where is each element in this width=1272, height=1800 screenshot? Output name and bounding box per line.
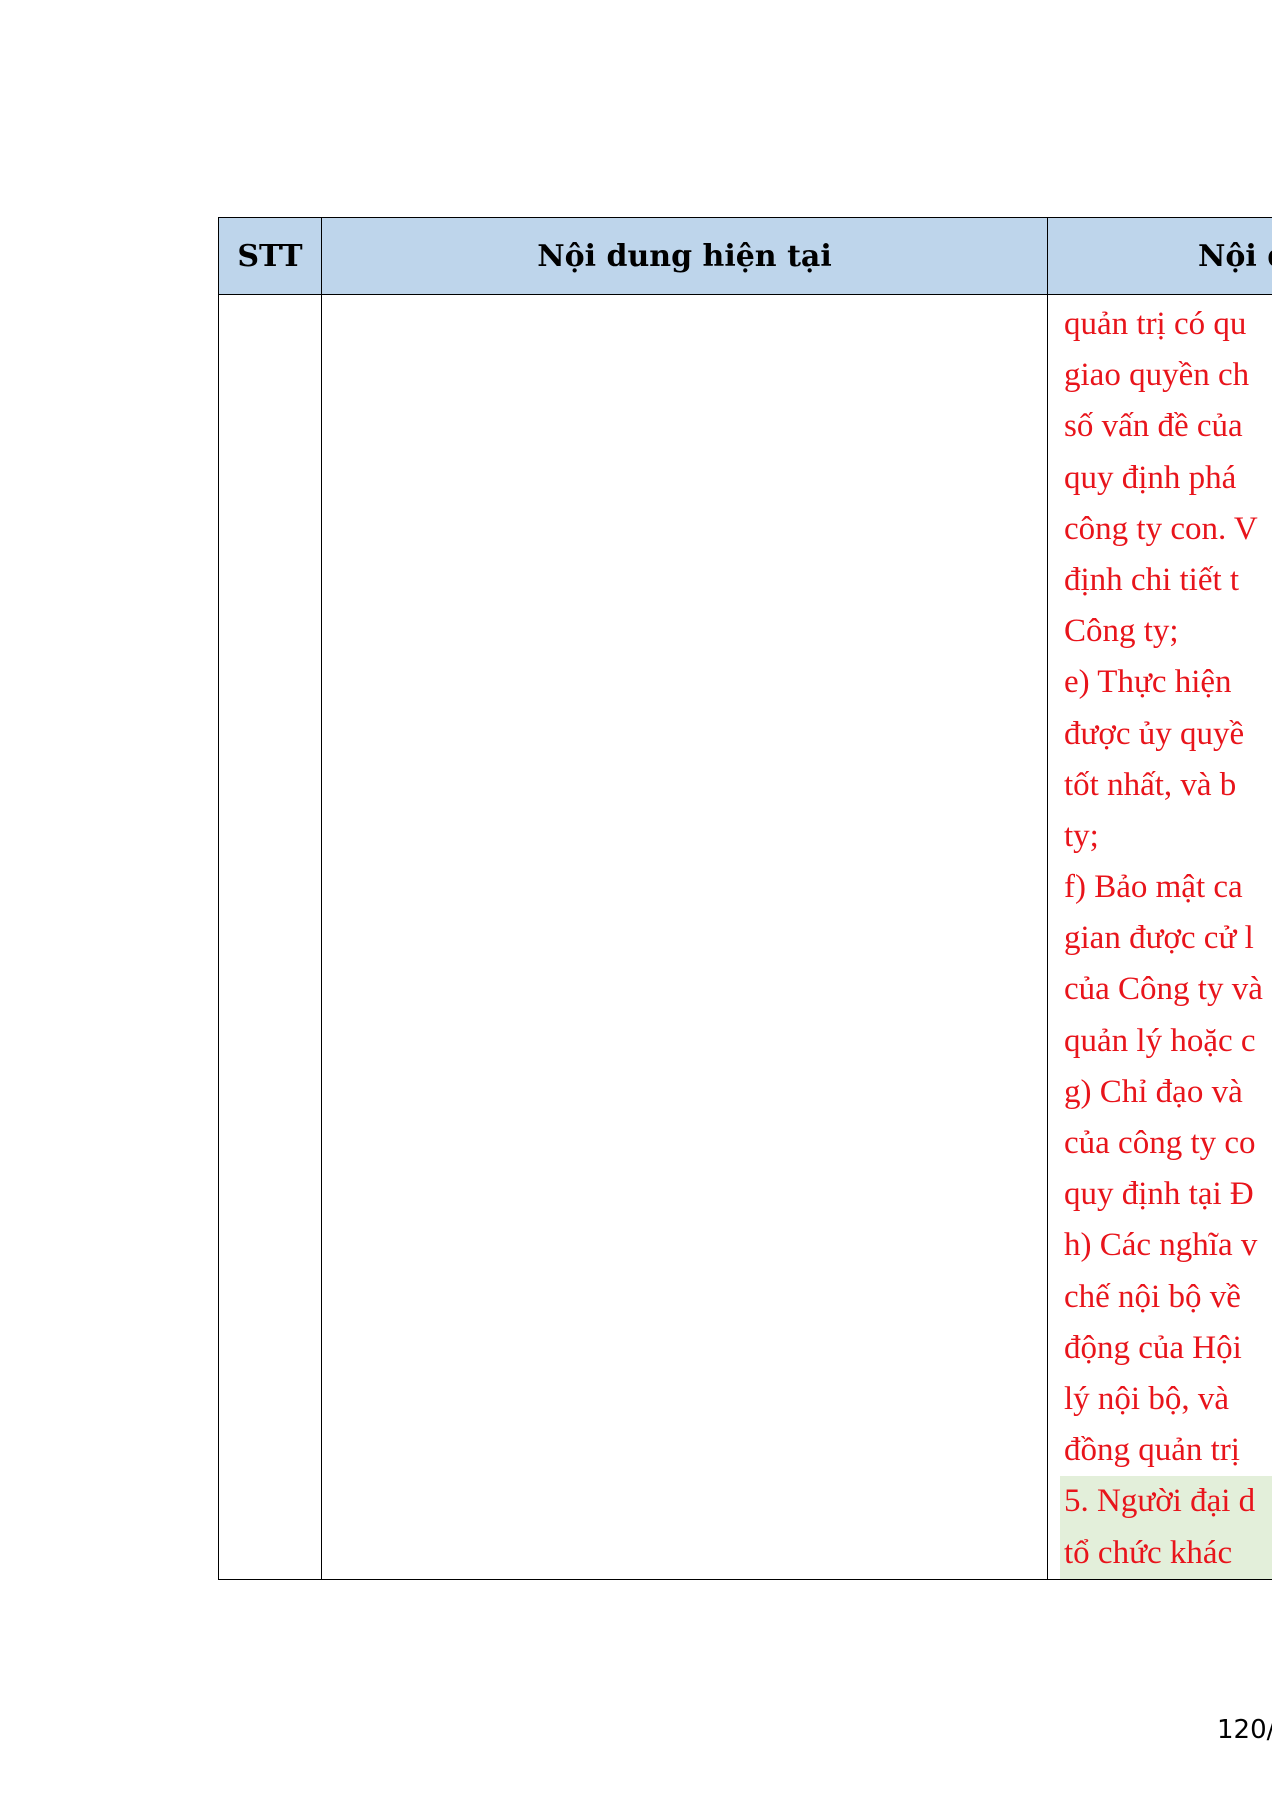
text-line: chế nội bộ về bbox=[1064, 1278, 1241, 1315]
text-line: giao quyền ch bbox=[1064, 357, 1250, 394]
header-stt: STT bbox=[218, 217, 322, 295]
text-line: động của Hội bbox=[1064, 1329, 1242, 1366]
text-line: h) Các nghĩa v bbox=[1064, 1227, 1258, 1264]
text-line: quản trị có qu bbox=[1064, 306, 1247, 342]
text-line: của Công ty và bbox=[1064, 971, 1263, 1008]
header-current-content: Nội dung hiện tại bbox=[321, 217, 1048, 295]
new-content-cell: quản trị có qu giao quyền ch số vấn đề của… bbox=[1047, 294, 1272, 1580]
text-line: quy định tại Đ bbox=[1064, 1176, 1254, 1213]
text-line: định chi tiết t bbox=[1064, 561, 1240, 598]
text-line: e) Thực hiện bbox=[1064, 664, 1232, 701]
new-content-text: quản trị có qu giao quyền ch số vấn đề của… bbox=[1049, 299, 1272, 1579]
comparison-table: STT Nội dung hiện tại Nội d quản trị có … bbox=[218, 217, 1272, 1580]
text-line: Công ty; bbox=[1064, 613, 1179, 650]
text-line: đồng quản trị bbox=[1064, 1432, 1240, 1469]
highlighted-text-line: 5. Người đại d bbox=[1060, 1476, 1272, 1528]
text-line: f) Bảo mật ca bbox=[1064, 869, 1243, 906]
text-line: tốt nhất, và b bbox=[1064, 766, 1237, 803]
text-line: được ủy quyề bbox=[1064, 715, 1245, 752]
header-new-content: Nội d bbox=[1047, 217, 1272, 295]
page-number: 120/ bbox=[1217, 1715, 1272, 1745]
text-line: công ty con. V bbox=[1064, 510, 1258, 547]
text-line: ty; bbox=[1064, 817, 1099, 854]
text-line: số vấn đề của bbox=[1064, 408, 1243, 445]
text-line: g) Chỉ đạo và bbox=[1064, 1073, 1243, 1110]
current-content-cell bbox=[321, 294, 1048, 1580]
text-line: quản lý hoặc c bbox=[1064, 1022, 1256, 1059]
table-header-row: STT Nội dung hiện tại Nội d bbox=[218, 217, 1272, 295]
highlighted-text-line: tổ chức khác bbox=[1060, 1527, 1272, 1579]
stt-cell bbox=[218, 294, 322, 1580]
text-line: của công ty co bbox=[1064, 1125, 1256, 1161]
text-line: gian được cử l bbox=[1064, 920, 1254, 957]
text-line: lý nội bộ, và bbox=[1064, 1380, 1229, 1417]
text-line: quy định phá bbox=[1064, 459, 1237, 496]
table-row: quản trị có qu giao quyền ch số vấn đề của… bbox=[218, 294, 1272, 1580]
